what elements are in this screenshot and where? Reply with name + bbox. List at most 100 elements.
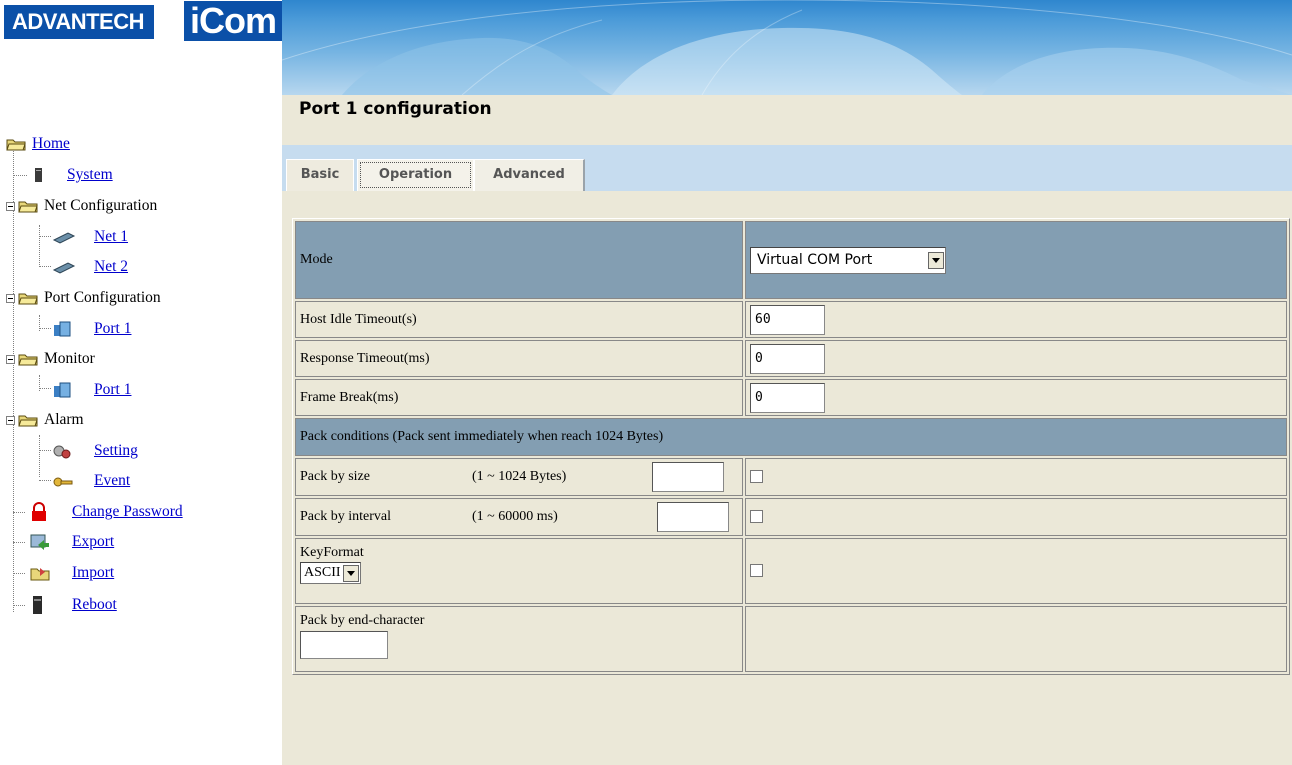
reboot-link[interactable]: Reboot xyxy=(72,596,117,614)
keyformat-checkbox[interactable] xyxy=(750,564,763,578)
setting-link[interactable]: Setting xyxy=(94,442,138,460)
collapse-toggle-icon[interactable] xyxy=(6,354,15,364)
tree-connector xyxy=(39,328,51,329)
keyformat-check-cell xyxy=(745,538,1287,604)
tree-connector xyxy=(13,542,25,543)
pack-by-interval-input[interactable] xyxy=(657,502,729,532)
pack-by-size-checkbox[interactable] xyxy=(750,470,763,484)
net1-link[interactable]: Net 1 xyxy=(94,228,128,246)
frame-break-cell xyxy=(745,379,1287,416)
tree-node-change-password: Change Password xyxy=(30,500,183,524)
tree-node-monitor-port1: Port 1 xyxy=(52,378,131,402)
pack-by-size-label: Pack by size xyxy=(300,469,370,484)
icom-logo: iCom xyxy=(184,1,284,41)
tab-advanced[interactable]: Advanced xyxy=(474,159,585,191)
change-password-link[interactable]: Change Password xyxy=(72,503,183,521)
host-idle-input[interactable] xyxy=(750,304,825,335)
tab-basic[interactable]: Basic xyxy=(286,159,354,191)
host-idle-row: Host Idle Timeout(s) xyxy=(295,301,1287,338)
tree-node-system: System xyxy=(32,163,113,187)
response-timeout-label: Response Timeout(ms) xyxy=(295,340,743,377)
tree-node-alarm: Alarm xyxy=(6,408,84,432)
monitor-label[interactable]: Monitor xyxy=(44,350,95,368)
export-link[interactable]: Export xyxy=(72,533,114,551)
tree-connector xyxy=(13,573,25,574)
collapse-toggle-icon[interactable] xyxy=(6,415,15,425)
tree-node-net2: Net 2 xyxy=(52,255,128,279)
frame-break-input[interactable] xyxy=(750,382,825,413)
tree-connector xyxy=(39,480,51,481)
folder-open-icon xyxy=(18,354,38,366)
tree-node-port-config-port1: Port 1 xyxy=(52,317,131,341)
keyformat-select-value: ASCII xyxy=(304,565,341,580)
tree-node-import: Import xyxy=(30,561,114,585)
pack-end-char-row: Pack by end-character xyxy=(295,606,1287,672)
response-timeout-cell xyxy=(745,340,1287,377)
collapse-toggle-icon[interactable] xyxy=(6,201,15,211)
tree-node-reboot: Reboot xyxy=(30,593,117,617)
header-banner xyxy=(282,0,1292,95)
chevron-down-icon[interactable] xyxy=(928,251,944,269)
keyformat-label: KeyFormat xyxy=(300,545,364,560)
chevron-down-icon[interactable] xyxy=(342,564,359,582)
frame-break-label: Frame Break(ms) xyxy=(295,379,743,416)
event-link[interactable]: Event xyxy=(94,472,130,490)
mode-select[interactable]: Virtual COM Port xyxy=(750,246,946,274)
tree-node-monitor: Monitor xyxy=(6,347,95,371)
tree-connector xyxy=(39,388,51,389)
tree-connector xyxy=(39,450,51,451)
tree-node-home: Home xyxy=(6,132,70,156)
response-timeout-input[interactable] xyxy=(750,343,825,374)
system-link[interactable]: System xyxy=(67,166,113,184)
pack-end-char-input[interactable] xyxy=(300,631,388,659)
monitor-port1-link[interactable]: Port 1 xyxy=(94,381,131,399)
collapse-toggle-icon[interactable] xyxy=(6,293,15,303)
home-link[interactable]: Home xyxy=(32,135,70,153)
folder-open-icon xyxy=(18,415,38,427)
keyformat-cell: KeyFormat ASCII xyxy=(295,538,743,604)
net2-link[interactable]: Net 2 xyxy=(94,258,128,276)
import-link[interactable]: Import xyxy=(72,564,114,582)
folder-open-icon xyxy=(18,201,38,213)
reboot-icon xyxy=(33,596,42,614)
host-idle-cell xyxy=(745,301,1287,338)
content-area: Port 1 configuration Basic Operation Adv… xyxy=(282,95,1292,765)
serial-port-icon xyxy=(54,321,71,337)
tab-operation[interactable]: Operation xyxy=(357,159,474,191)
pack-end-char-cell: Pack by end-character xyxy=(295,606,743,672)
pack-conditions-header: Pack conditions (Pack sent immediately w… xyxy=(295,418,1287,456)
mode-select-value: Virtual COM Port xyxy=(757,252,873,268)
pack-by-interval-label: Pack by interval xyxy=(300,509,391,524)
port-config-port1-link[interactable]: Port 1 xyxy=(94,320,131,338)
folder-open-icon xyxy=(18,293,38,305)
pack-by-size-row: Pack by size (1 ~ 1024 Bytes) xyxy=(295,458,1287,496)
pack-by-interval-check-cell xyxy=(745,498,1287,536)
key-icon xyxy=(53,477,73,487)
advantech-logo: ADVANTECH xyxy=(4,5,154,39)
tree-node-port-configuration: Port Configuration xyxy=(6,286,161,310)
tree-node-net-configuration: Net Configuration xyxy=(6,194,157,218)
page-title: Port 1 configuration xyxy=(299,99,492,119)
export-icon xyxy=(30,534,49,550)
logo-area: ADVANTECH iCom xyxy=(0,0,284,45)
alarm-label[interactable]: Alarm xyxy=(44,411,84,429)
tree-node-net1: Net 1 xyxy=(52,225,128,249)
keyformat-select[interactable]: ASCII xyxy=(300,562,361,584)
pack-by-interval-checkbox[interactable] xyxy=(750,510,763,524)
folder-open-icon xyxy=(6,139,26,151)
port-configuration-label[interactable]: Port Configuration xyxy=(44,289,161,307)
computer-tower-icon xyxy=(35,168,42,182)
tree-node-export: Export xyxy=(30,530,114,554)
pack-end-char-label: Pack by end-character xyxy=(300,613,425,628)
serial-port-icon xyxy=(54,382,71,398)
pack-by-size-cell: Pack by size (1 ~ 1024 Bytes) xyxy=(295,458,743,496)
response-timeout-row: Response Timeout(ms) xyxy=(295,340,1287,377)
tree-node-setting: Setting xyxy=(52,439,138,463)
host-idle-label: Host Idle Timeout(s) xyxy=(295,301,743,338)
network-card-icon xyxy=(52,232,76,244)
net-configuration-label[interactable]: Net Configuration xyxy=(44,197,157,215)
keyformat-row: KeyFormat ASCII xyxy=(295,538,1287,604)
operation-form-table: Mode Virtual COM Port Host Idle Timeout(… xyxy=(292,218,1290,675)
pack-by-size-input[interactable] xyxy=(652,462,724,492)
import-icon xyxy=(30,568,50,581)
